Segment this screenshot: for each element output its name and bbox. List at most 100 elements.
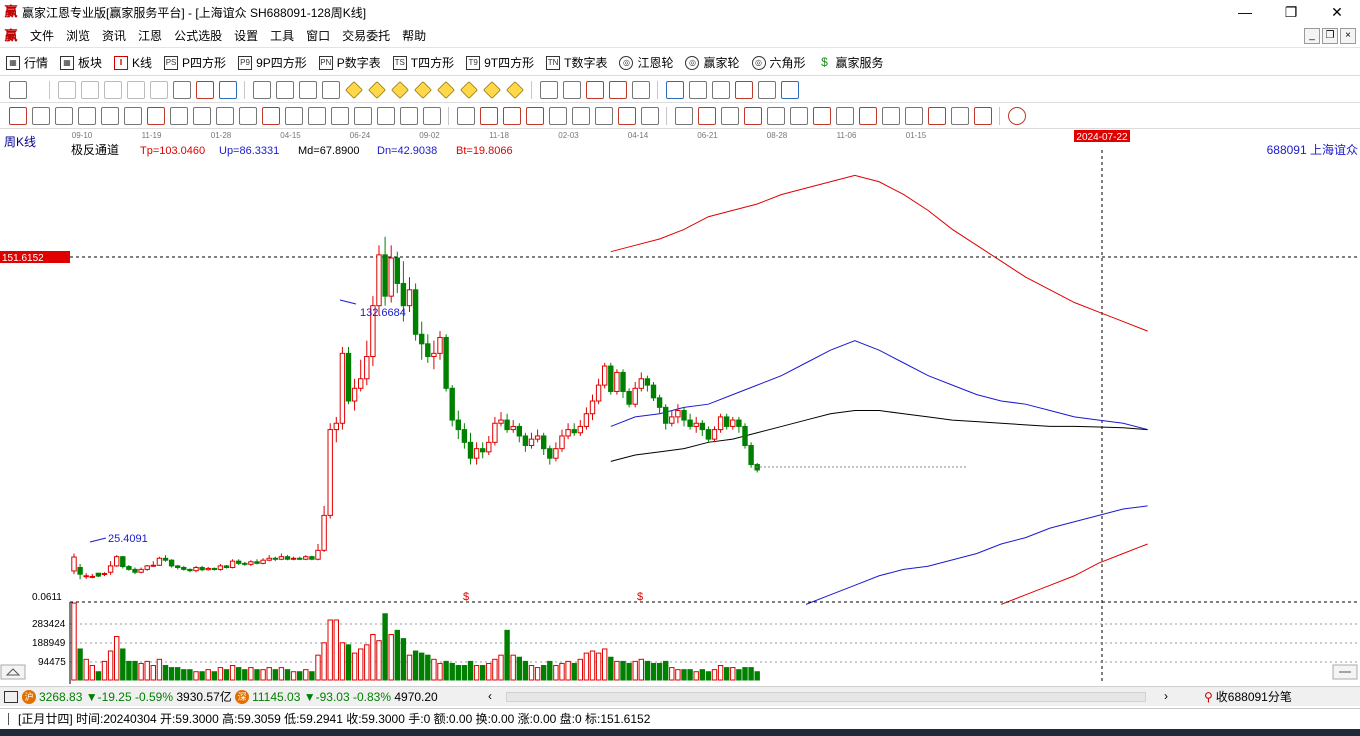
nav-quotes[interactable]: ▦ 行情 xyxy=(0,52,54,74)
menu-settings[interactable]: 设置 xyxy=(228,27,264,44)
hand-pan-icon[interactable] xyxy=(539,80,558,99)
menu-trade[interactable]: 交易委托 xyxy=(336,27,396,44)
bar-trend-icon[interactable] xyxy=(812,106,831,125)
pen-icon[interactable] xyxy=(8,106,27,125)
step-left-icon[interactable] xyxy=(298,80,317,99)
brush-icon[interactable] xyxy=(146,106,165,125)
indicator-icon[interactable] xyxy=(195,80,214,99)
box-fib-icon[interactable] xyxy=(525,106,544,125)
menu-file[interactable]: 文件 xyxy=(24,27,60,44)
step-up-icon[interactable] xyxy=(904,106,923,125)
price-cycle-icon[interactable] xyxy=(399,106,418,125)
dropdown-icon[interactable] xyxy=(31,80,42,99)
diamond-reset-icon[interactable] xyxy=(482,80,501,99)
calendar-icon[interactable] xyxy=(665,80,684,99)
angle-icon[interactable] xyxy=(261,106,280,125)
diamond-center-icon[interactable] xyxy=(505,80,524,99)
diamond-up-icon[interactable] xyxy=(344,80,363,99)
arc-icon[interactable] xyxy=(215,106,234,125)
export-icon[interactable] xyxy=(780,80,799,99)
level-icon[interactable] xyxy=(743,106,762,125)
percent-slash-icon[interactable] xyxy=(697,106,716,125)
mdi-restore-button[interactable]: ❐ xyxy=(1322,28,1338,44)
last-page-icon[interactable] xyxy=(275,80,294,99)
diamond-right-icon[interactable] xyxy=(413,80,432,99)
nav-t-table[interactable]: TN T数字表 xyxy=(540,52,613,74)
candle-type-icon[interactable] xyxy=(172,80,191,99)
channel-icon[interactable] xyxy=(927,106,946,125)
step-right-icon[interactable] xyxy=(321,80,340,99)
formula-icon[interactable] xyxy=(608,80,627,99)
diamond-left-icon[interactable] xyxy=(390,80,409,99)
nav-gann-wheel[interactable]: ◎ 江恩轮 xyxy=(613,52,679,74)
zigzag-icon[interactable] xyxy=(571,106,590,125)
fib-icon[interactable] xyxy=(502,106,521,125)
close-button[interactable]: ✕ xyxy=(1314,0,1360,24)
period-selector-icon[interactable] xyxy=(8,80,27,99)
menu-browse[interactable]: 浏览 xyxy=(60,27,96,44)
yin-yang-icon[interactable] xyxy=(1007,106,1026,125)
volume-scroll-up-button[interactable] xyxy=(0,664,26,680)
nav-winner-wheel[interactable]: ◎ 赢家轮 xyxy=(679,52,745,74)
chart-svg[interactable]: 09-10 11-19 01-28 04-15 06-24 09-02 11-18 02-03… xyxy=(0,128,1360,686)
chevron-right-icon[interactable]: › xyxy=(1164,689,1168,703)
menu-info[interactable]: 资讯 xyxy=(96,27,132,44)
trend-icon[interactable] xyxy=(479,106,498,125)
stack-icon[interactable] xyxy=(789,106,808,125)
nav-kline[interactable]: ‖ K线 xyxy=(108,52,158,74)
pointer-tool-icon[interactable] xyxy=(585,80,604,99)
cluster-icon[interactable] xyxy=(422,106,441,125)
table-icon[interactable] xyxy=(688,80,707,99)
nav-hexagon[interactable]: ◎ 六角形 xyxy=(746,52,812,74)
grid-lines-icon[interactable] xyxy=(31,106,50,125)
minimize-button[interactable]: — xyxy=(1222,0,1268,24)
mdi-close-button[interactable]: × xyxy=(1340,28,1356,44)
step-down-icon[interactable] xyxy=(881,106,900,125)
restore-button[interactable]: ❐ xyxy=(1268,0,1314,24)
ladder-icon[interactable] xyxy=(835,106,854,125)
menu-tools[interactable]: 工具 xyxy=(264,27,300,44)
infinity-icon[interactable] xyxy=(1030,106,1049,125)
parallel-icon[interactable] xyxy=(353,106,372,125)
circle-grid-icon[interactable] xyxy=(192,106,211,125)
tick-detail-link[interactable]: ⚲ 收688091分笔 xyxy=(1204,688,1292,705)
mdi-minimize-button[interactable]: _ xyxy=(1304,28,1320,44)
color-scheme-icon[interactable] xyxy=(218,80,237,99)
diamond-zoom-in-icon[interactable] xyxy=(436,80,455,99)
matrix-icon[interactable] xyxy=(617,106,636,125)
rect-icon[interactable] xyxy=(456,106,475,125)
kline-chart-area[interactable]: 09-10 11-19 01-28 04-15 06-24 09-02 11-18 02-03… xyxy=(0,128,1360,686)
nav-service[interactable]: $ 赢家服务 xyxy=(812,52,890,74)
time-cycle-icon[interactable] xyxy=(376,106,395,125)
menu-formula[interactable]: 公式选股 xyxy=(168,27,228,44)
menu-window[interactable]: 窗口 xyxy=(300,27,336,44)
nav-9t-square[interactable]: T9 9T四方形 xyxy=(460,52,540,74)
nav-t-square[interactable]: TS T四方形 xyxy=(387,52,460,74)
stripes-icon[interactable] xyxy=(640,106,659,125)
status-grid-icon[interactable] xyxy=(4,690,18,703)
compare-icon[interactable] xyxy=(631,80,650,99)
nav-blocks[interactable]: ▦ 板块 xyxy=(54,52,108,74)
horizontal-scrollbar[interactable]: ‹ › xyxy=(486,689,1176,705)
save-icon[interactable] xyxy=(734,80,753,99)
cells-icon[interactable] xyxy=(594,106,613,125)
channel-3-icon[interactable] xyxy=(973,106,992,125)
percent-icon[interactable] xyxy=(720,106,739,125)
slope-icon[interactable] xyxy=(548,106,567,125)
ruler-icon[interactable] xyxy=(674,106,693,125)
nav-p-table[interactable]: PN P数字表 xyxy=(313,52,387,74)
wave-icon[interactable] xyxy=(123,106,142,125)
diamond-down-icon[interactable] xyxy=(367,80,386,99)
square-grid-icon[interactable] xyxy=(330,106,349,125)
price-level-icon[interactable] xyxy=(858,106,877,125)
chevron-left-icon[interactable]: ‹ xyxy=(488,689,492,703)
report-icon[interactable] xyxy=(711,80,730,99)
diamond-zoom-out-icon[interactable] xyxy=(459,80,478,99)
lines-icon[interactable] xyxy=(238,106,257,125)
crosshair-icon[interactable] xyxy=(562,80,581,99)
print-icon[interactable] xyxy=(757,80,776,99)
gann-grid-icon[interactable] xyxy=(54,106,73,125)
scroll-track[interactable] xyxy=(506,691,1146,702)
channel-2-icon[interactable] xyxy=(950,106,969,125)
menu-gann[interactable]: 江恩 xyxy=(132,27,168,44)
